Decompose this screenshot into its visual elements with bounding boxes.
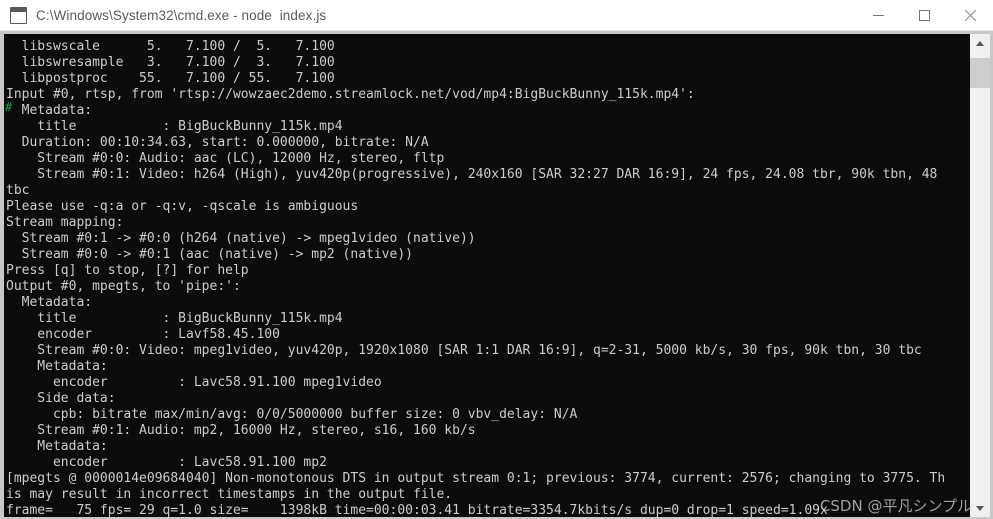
- terminal-line: Stream #0:1: Audio: mp2, 16000 Hz, stere…: [6, 423, 476, 438]
- chevron-down-icon: [976, 505, 984, 511]
- terminal-line: Stream #0:1 -> #0:0 (h264 (native) -> mp…: [6, 231, 476, 246]
- maximize-icon: [918, 9, 930, 21]
- terminal-line: frame= 75 fps= 29 q=1.0 size= 1398kB tim…: [6, 503, 828, 517]
- terminal-line: Stream mapping:: [6, 215, 124, 230]
- terminal-line: Output #0, mpegts, to 'pipe:':: [6, 279, 241, 294]
- terminal-line: libswscale 5. 7.100 / 5. 7.100: [6, 39, 335, 54]
- terminal-line: Metadata:: [6, 439, 108, 454]
- terminal-line: Metadata:: [6, 359, 108, 374]
- terminal-line: encoder : Lavf58.45.100: [6, 327, 280, 342]
- terminal-line: Stream #0:0 -> #0:1 (aac (native) -> mp2…: [6, 247, 413, 262]
- terminal-line: libpostproc 55. 7.100 / 55. 7.100: [6, 71, 335, 86]
- scrollbar-track[interactable]: [970, 52, 990, 499]
- terminal-line: Stream #0:1: Video: h264 (High), yuv420p…: [6, 167, 938, 182]
- scrollbar-up-button[interactable]: [970, 34, 990, 52]
- terminal-line: libswresample 3. 7.100 / 3. 7.100: [6, 55, 335, 70]
- maximize-button[interactable]: [901, 0, 947, 31]
- console-surface[interactable]: libswscale 5. 7.100 / 5. 7.100 libswresa…: [4, 34, 990, 517]
- terminal-line: Press [q] to stop, [?] for help: [6, 263, 249, 278]
- terminal-line: Stream #0:0: Video: mpeg1video, yuv420p,…: [6, 343, 922, 358]
- terminal-line: [mpegts @ 0000014e09684040] Non-monotono…: [6, 471, 946, 486]
- minimize-icon: [872, 14, 884, 16]
- window-titlebar[interactable]: C:\Windows\System32\cmd.exe - node index…: [0, 0, 993, 31]
- terminal-line: Metadata:: [6, 295, 93, 310]
- scrollbar-thumb[interactable]: [970, 58, 990, 88]
- close-button[interactable]: [947, 0, 993, 31]
- terminal-line: cpb: bitrate max/min/avg: 0/0/5000000 bu…: [6, 407, 578, 422]
- terminal-output[interactable]: libswscale 5. 7.100 / 5. 7.100 libswresa…: [4, 34, 976, 517]
- console-frame: libswscale 5. 7.100 / 5. 7.100 libswresa…: [0, 31, 993, 519]
- window-title: C:\Windows\System32\cmd.exe - node index…: [36, 7, 327, 23]
- terminal-line: Stream #0:0: Audio: aac (LC), 12000 Hz, …: [6, 151, 445, 166]
- terminal-line: tbc: [6, 183, 30, 198]
- close-icon: [964, 9, 976, 21]
- stray-glyph: #: [5, 100, 13, 114]
- window-controls: [855, 0, 993, 31]
- terminal-line: Please use -q:a or -q:v, -qscale is ambi…: [6, 199, 359, 214]
- terminal-line: encoder : Lavc58.91.100 mp2: [6, 455, 327, 470]
- scrollbar-down-button[interactable]: [970, 499, 990, 517]
- cmd-window: C:\Windows\System32\cmd.exe - node index…: [0, 0, 993, 519]
- terminal-line: Duration: 00:10:34.63, start: 0.000000, …: [6, 135, 429, 150]
- terminal-line: Side data:: [6, 391, 116, 406]
- terminal-line: title : BigBuckBunny_115k.mp4: [6, 119, 343, 134]
- minimize-button[interactable]: [855, 0, 901, 31]
- chevron-up-icon: [976, 40, 984, 46]
- terminal-line: Metadata:: [6, 103, 93, 118]
- terminal-line: encoder : Lavc58.91.100 mpeg1video: [6, 375, 382, 390]
- cmd-icon: [10, 6, 27, 24]
- terminal-line: title : BigBuckBunny_115k.mp4: [6, 311, 343, 326]
- console-scrollbar[interactable]: [970, 34, 990, 517]
- terminal-line: is may result in incorrect timestamps in…: [6, 487, 453, 502]
- terminal-line: Input #0, rtsp, from 'rtsp://wowzaec2dem…: [6, 87, 695, 102]
